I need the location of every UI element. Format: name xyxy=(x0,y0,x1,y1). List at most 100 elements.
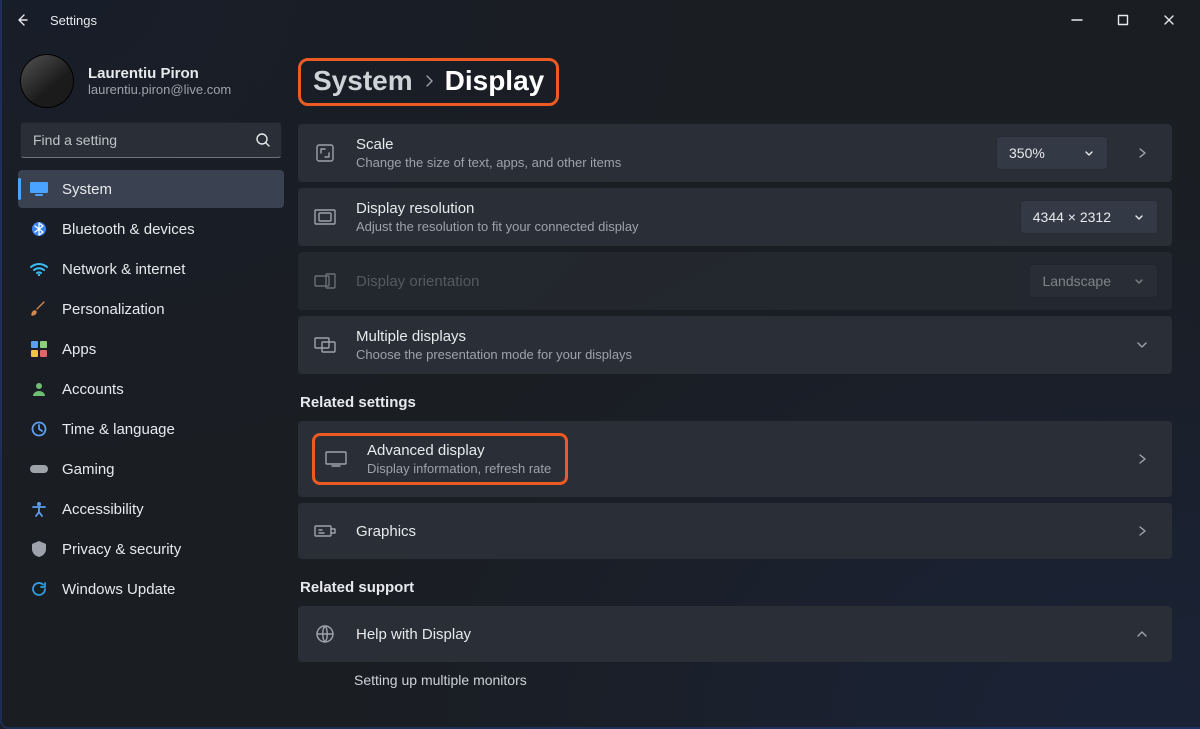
setting-resolution[interactable]: Display resolution Adjust the resolution… xyxy=(298,188,1172,246)
account-email: laurentiu.piron@live.com xyxy=(88,82,231,97)
chevron-right-icon xyxy=(423,72,435,93)
setting-scale[interactable]: Scale Change the size of text, apps, and… xyxy=(298,124,1172,182)
bluetooth-icon xyxy=(30,220,48,238)
update-icon xyxy=(30,580,48,598)
sidebar-nav: System Bluetooth & devices Network & int… xyxy=(18,170,284,608)
setting-graphics[interactable]: Graphics xyxy=(298,503,1172,559)
minimize-icon xyxy=(1071,14,1083,26)
graphics-icon xyxy=(312,523,338,539)
setting-title: Display resolution xyxy=(356,200,1002,217)
sidebar-item-label: Personalization xyxy=(62,301,165,318)
search-input[interactable] xyxy=(31,131,247,149)
orientation-icon xyxy=(312,273,338,289)
sidebar-item-system[interactable]: System xyxy=(18,170,284,208)
setting-title: Help with Display xyxy=(356,626,1108,643)
minimize-button[interactable] xyxy=(1054,4,1100,36)
account-block[interactable]: Laurentiu Piron laurentiu.piron@live.com xyxy=(20,54,284,108)
sidebar-item-apps[interactable]: Apps xyxy=(18,330,284,368)
setting-multiple-displays[interactable]: Multiple displays Choose the presentatio… xyxy=(298,316,1172,374)
resolution-select[interactable]: 4344 × 2312 xyxy=(1020,200,1158,234)
clock-icon xyxy=(30,420,48,438)
breadcrumb-current: Display xyxy=(445,65,545,97)
sidebar-item-personalization[interactable]: Personalization xyxy=(18,290,284,328)
sidebar-item-windows-update[interactable]: Windows Update xyxy=(18,570,284,608)
scale-icon xyxy=(312,143,338,163)
sidebar-item-network[interactable]: Network & internet xyxy=(18,250,284,288)
support-help-display[interactable]: Help with Display xyxy=(298,606,1172,662)
sidebar-item-label: Apps xyxy=(62,341,96,358)
display-icon xyxy=(323,451,349,467)
monitor-icon xyxy=(30,180,48,198)
sidebar-item-accounts[interactable]: Accounts xyxy=(18,370,284,408)
chevron-down-icon xyxy=(1135,338,1149,352)
sidebar-item-time-language[interactable]: Time & language xyxy=(18,410,284,448)
setting-title: Scale xyxy=(356,136,978,153)
sidebar-item-privacy[interactable]: Privacy & security xyxy=(18,530,284,568)
collapse-button[interactable] xyxy=(1126,627,1158,641)
section-related-settings: Related settings xyxy=(300,394,1172,411)
support-link-label: Setting up multiple monitors xyxy=(354,672,1158,688)
expand-button[interactable] xyxy=(1126,146,1158,160)
setting-advanced-display[interactable]: Advanced display Display information, re… xyxy=(298,421,1172,497)
chevron-right-icon xyxy=(1135,524,1149,538)
select-value: Landscape xyxy=(1042,273,1111,289)
setting-desc: Change the size of text, apps, and other… xyxy=(356,155,978,170)
maximize-button[interactable] xyxy=(1100,4,1146,36)
titlebar: Settings xyxy=(0,0,1200,40)
app-title: Settings xyxy=(50,13,97,28)
shield-icon xyxy=(30,540,48,558)
section-related-support: Related support xyxy=(300,579,1172,596)
setting-desc: Display information, refresh rate xyxy=(367,461,551,476)
sidebar-item-bluetooth[interactable]: Bluetooth & devices xyxy=(18,210,284,248)
multiple-displays-icon xyxy=(312,337,338,353)
chevron-right-icon xyxy=(1135,452,1149,466)
person-icon xyxy=(30,380,48,398)
setting-title: Graphics xyxy=(356,523,1108,540)
support-link-setup-monitors[interactable]: Setting up multiple monitors xyxy=(298,668,1172,688)
sidebar-item-label: Network & internet xyxy=(62,261,185,278)
sidebar-item-label: Accounts xyxy=(62,381,124,398)
chevron-down-icon xyxy=(1133,211,1145,223)
sidebar: Laurentiu Piron laurentiu.piron@live.com… xyxy=(0,40,298,729)
orientation-select: Landscape xyxy=(1029,264,1158,298)
open-button[interactable] xyxy=(1126,524,1158,538)
sidebar-item-label: Time & language xyxy=(62,421,175,438)
setting-title: Multiple displays xyxy=(356,328,1108,345)
chevron-down-icon xyxy=(1083,147,1095,159)
accessibility-icon xyxy=(30,500,48,518)
maximize-icon xyxy=(1117,14,1129,26)
sidebar-item-label: Bluetooth & devices xyxy=(62,221,195,238)
apps-icon xyxy=(30,340,48,358)
wifi-icon xyxy=(30,260,48,278)
breadcrumb-parent[interactable]: System xyxy=(313,65,413,97)
expand-button[interactable] xyxy=(1126,338,1158,352)
scale-select[interactable]: 350% xyxy=(996,136,1108,170)
sidebar-item-gaming[interactable]: Gaming xyxy=(18,450,284,488)
select-value: 350% xyxy=(1009,145,1045,161)
sidebar-item-accessibility[interactable]: Accessibility xyxy=(18,490,284,528)
search-box[interactable] xyxy=(20,122,282,158)
sidebar-item-label: Gaming xyxy=(62,461,115,478)
setting-title: Display orientation xyxy=(356,273,1011,290)
open-button[interactable] xyxy=(1126,452,1158,466)
globe-help-icon xyxy=(312,624,338,644)
select-value: 4344 × 2312 xyxy=(1033,209,1111,225)
highlight-advanced-display: Advanced display Display information, re… xyxy=(312,433,568,485)
account-name: Laurentiu Piron xyxy=(88,65,231,82)
setting-desc: Choose the presentation mode for your di… xyxy=(356,347,1108,362)
content-pane: System Display Scale Change the size of … xyxy=(298,40,1200,729)
setting-title: Advanced display xyxy=(367,442,551,459)
sidebar-item-label: Accessibility xyxy=(62,501,144,518)
brush-icon xyxy=(30,300,48,318)
search-icon xyxy=(255,132,271,148)
back-button[interactable] xyxy=(8,6,36,34)
close-button[interactable] xyxy=(1146,4,1192,36)
chevron-right-icon xyxy=(1135,146,1149,160)
avatar xyxy=(20,54,74,108)
chevron-down-icon xyxy=(1133,275,1145,287)
page-breadcrumb: System Display xyxy=(298,58,559,106)
sidebar-item-label: Windows Update xyxy=(62,581,175,598)
window-controls xyxy=(1054,4,1192,36)
chevron-up-icon xyxy=(1135,627,1149,641)
setting-orientation: Display orientation Landscape xyxy=(298,252,1172,310)
